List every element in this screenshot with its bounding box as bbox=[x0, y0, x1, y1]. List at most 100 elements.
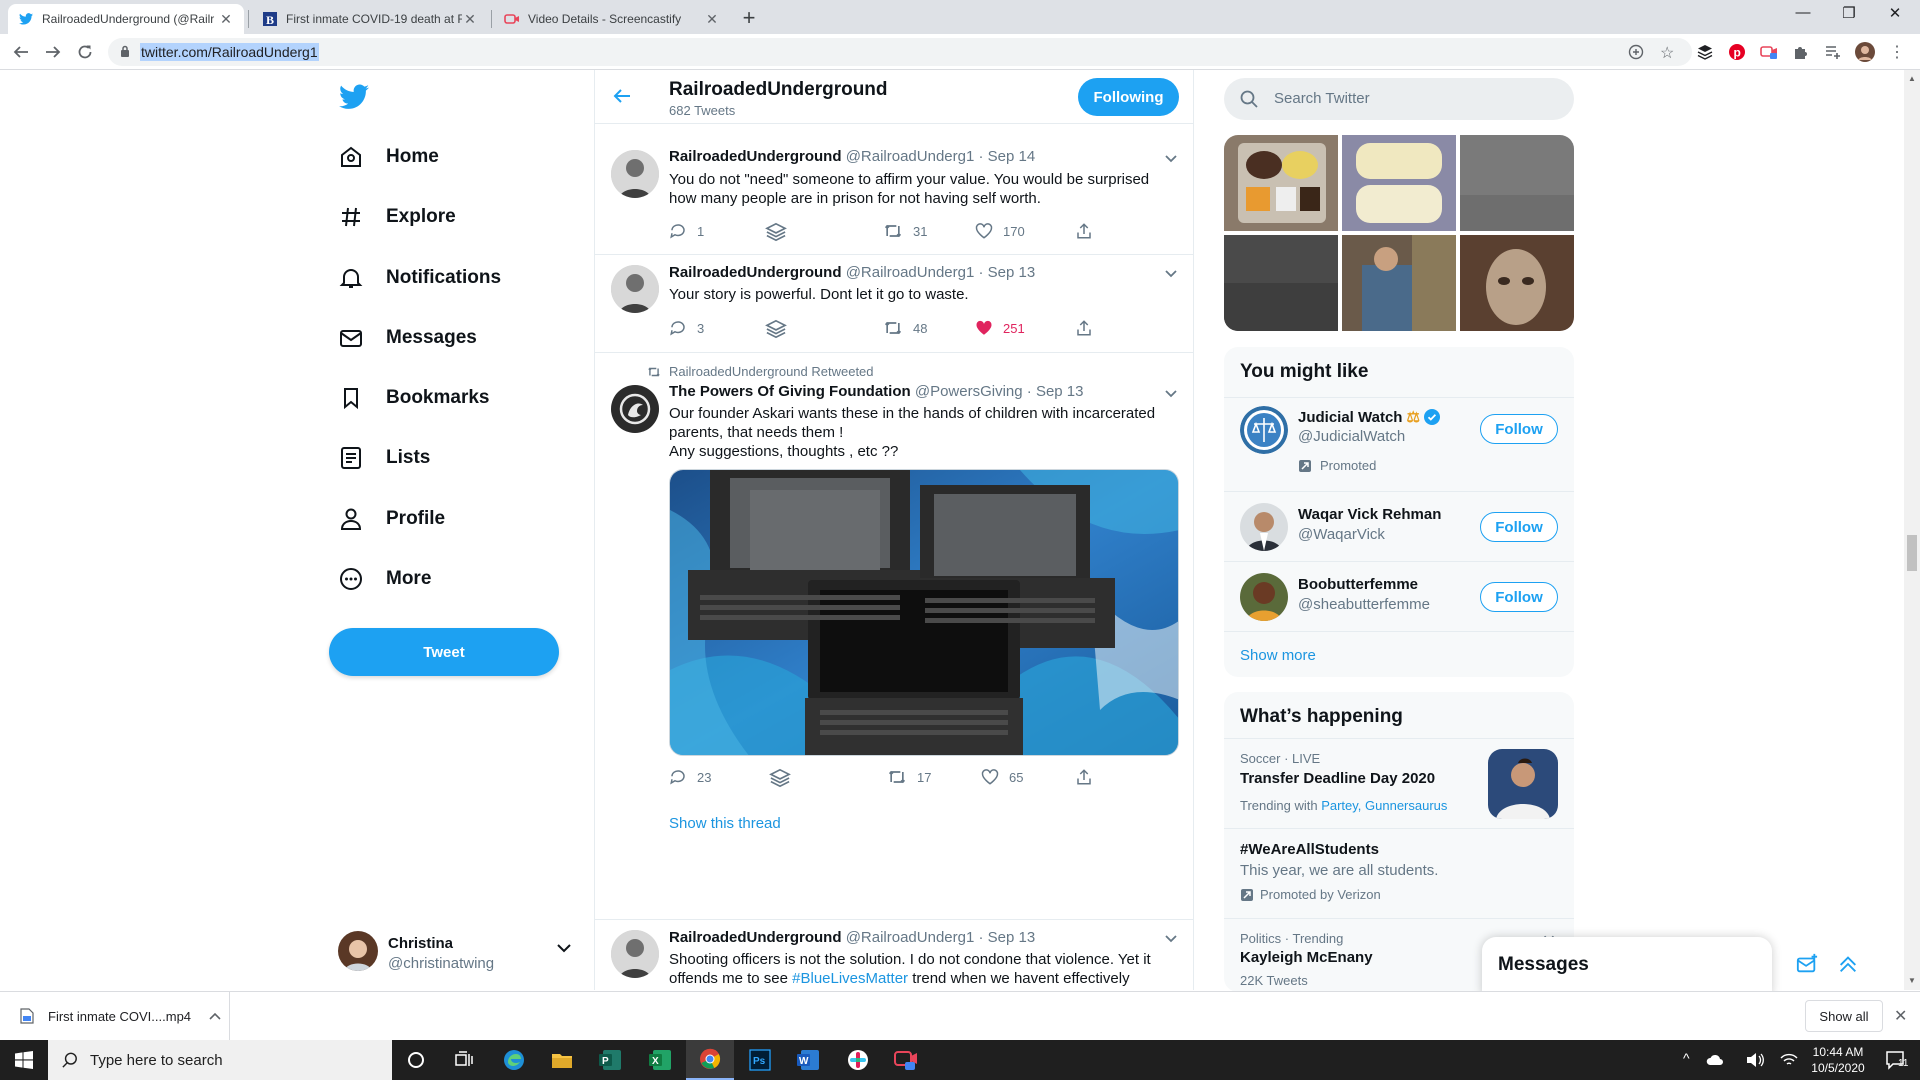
following-button[interactable]: Following bbox=[1078, 78, 1179, 116]
file-explorer-icon[interactable] bbox=[538, 1040, 586, 1080]
address-bar[interactable]: twitter.com/RailroadUnderg1 ☆ bbox=[108, 38, 1692, 66]
tweet-author[interactable]: RailroadedUnderground bbox=[669, 929, 842, 946]
scroll-down-arrow-icon[interactable]: ▼ bbox=[1908, 976, 1916, 985]
chrome-icon[interactable] bbox=[686, 1040, 734, 1080]
lock-icon[interactable] bbox=[120, 45, 130, 58]
close-tab-icon[interactable]: ✕ bbox=[218, 11, 234, 28]
tweet-date[interactable]: · Sep 13 bbox=[979, 264, 1036, 281]
tweet-handle[interactable]: @RailroadUnderg1 bbox=[846, 264, 975, 281]
retweeted-by[interactable]: RailroadedUnderground Retweeted bbox=[669, 364, 874, 379]
show-thread-link[interactable]: Show this thread bbox=[669, 815, 781, 832]
tweet-handle[interactable]: @RailroadUnderg1 bbox=[846, 148, 975, 165]
forward-button[interactable] bbox=[42, 41, 64, 63]
scrollbar-thumb[interactable] bbox=[1907, 535, 1917, 571]
close-window-button[interactable]: ✕ bbox=[1872, 4, 1918, 22]
user-avatar[interactable] bbox=[1240, 573, 1288, 621]
wifi-icon[interactable] bbox=[1774, 1040, 1804, 1080]
scroll-up-arrow-icon[interactable]: ▲ bbox=[1908, 74, 1916, 83]
show-more-link[interactable]: Show more bbox=[1240, 647, 1316, 664]
user-handle[interactable]: @sheabutterfemme bbox=[1298, 596, 1430, 613]
layers-button[interactable] bbox=[765, 222, 797, 242]
cortana-icon[interactable] bbox=[392, 1040, 440, 1080]
tweet-avatar[interactable] bbox=[611, 385, 659, 433]
onedrive-cloud-icon[interactable] bbox=[1700, 1040, 1730, 1080]
account-switcher[interactable]: Christina @christinatwing bbox=[336, 925, 576, 981]
tab-screencastify[interactable]: Video Details - Screencastify ✕ bbox=[494, 4, 730, 34]
expand-up-icon[interactable] bbox=[1837, 953, 1859, 975]
follow-suggestion[interactable]: Judicial Watch ⚖ @JudicialWatch Promoted… bbox=[1224, 397, 1574, 491]
chevron-down-icon[interactable] bbox=[1163, 150, 1179, 166]
download-item[interactable]: First inmate COVI....mp4 bbox=[0, 992, 230, 1040]
tweet-avatar[interactable] bbox=[611, 265, 659, 313]
buffer-extension-icon[interactable] bbox=[1695, 42, 1715, 62]
tweet-handle[interactable]: @PowersGiving bbox=[915, 383, 1023, 400]
follow-button[interactable]: Follow bbox=[1480, 512, 1558, 542]
tweet[interactable]: RailroadedUnderground Retweeted The Powe… bbox=[595, 353, 1193, 920]
back-button[interactable] bbox=[10, 41, 32, 63]
nav-explore[interactable]: Explore bbox=[336, 193, 456, 241]
media-thumbnail[interactable] bbox=[1460, 235, 1574, 331]
share-button[interactable] bbox=[1075, 222, 1103, 240]
trend-item[interactable]: #WeAreAllStudents This year, we are all … bbox=[1224, 828, 1574, 918]
tweet-avatar[interactable] bbox=[611, 150, 659, 198]
follow-suggestion[interactable]: Boobutterfemme @sheabutterfemme Follow bbox=[1224, 561, 1574, 631]
share-button[interactable] bbox=[1075, 768, 1103, 786]
tweet-author[interactable]: The Powers Of Giving Foundation bbox=[669, 383, 911, 400]
trend-item[interactable]: Soccer · LIVE Transfer Deadline Day 2020… bbox=[1224, 738, 1574, 828]
extensions-puzzle-icon[interactable] bbox=[1791, 42, 1811, 62]
action-center-icon[interactable]: 11 bbox=[1872, 1040, 1920, 1080]
media-thumbnail[interactable] bbox=[1342, 235, 1456, 331]
user-name[interactable]: Waqar Vick Rehman bbox=[1298, 506, 1441, 523]
user-avatar[interactable] bbox=[1240, 503, 1288, 551]
close-downloads-icon[interactable]: ✕ bbox=[1894, 1006, 1907, 1026]
tweet-handle[interactable]: @RailroadUnderg1 bbox=[846, 929, 975, 946]
tab-first-inmate-covid[interactable]: B First inmate COVID-19 death at F ✕ bbox=[252, 4, 488, 34]
tweet-date[interactable]: · Sep 14 bbox=[979, 148, 1036, 165]
publisher-icon[interactable]: P bbox=[586, 1040, 634, 1080]
tweet[interactable]: RailroadedUnderground @RailroadUnderg1 ·… bbox=[595, 255, 1193, 353]
retweet-button[interactable]: 31 bbox=[883, 222, 927, 240]
retweet-button[interactable]: 17 bbox=[887, 768, 931, 786]
tab-railroadedunderground[interactable]: RailroadedUnderground (@Railr ✕ bbox=[8, 4, 244, 34]
retweet-button[interactable]: 48 bbox=[883, 319, 927, 337]
pinterest-extension-icon[interactable]: p bbox=[1727, 42, 1747, 62]
taskbar-search-box[interactable]: Type here to search bbox=[48, 1040, 392, 1080]
chrome-menu-icon[interactable]: ⋮ bbox=[1887, 42, 1907, 62]
screencastify-taskbar-icon[interactable] bbox=[882, 1040, 930, 1080]
show-all-downloads-button[interactable]: Show all bbox=[1805, 1000, 1883, 1032]
user-handle[interactable]: @JudicialWatch bbox=[1298, 428, 1405, 445]
tweet-author[interactable]: RailroadedUnderground bbox=[669, 148, 842, 165]
reply-button[interactable]: 23 bbox=[669, 768, 711, 786]
slack-icon[interactable] bbox=[834, 1040, 882, 1080]
user-avatar[interactable] bbox=[1240, 406, 1288, 454]
windows-start-icon[interactable] bbox=[0, 1040, 48, 1080]
reading-list-icon[interactable] bbox=[1823, 42, 1843, 62]
tweet-date[interactable]: · Sep 13 bbox=[979, 929, 1036, 946]
search-box[interactable]: Search Twitter bbox=[1224, 78, 1574, 120]
photoshop-icon[interactable]: Ps bbox=[736, 1040, 784, 1080]
follow-button[interactable]: Follow bbox=[1480, 582, 1558, 612]
nav-messages[interactable]: Messages bbox=[336, 314, 477, 362]
trending-with-links[interactable]: Partey, Gunnersaurus bbox=[1321, 798, 1447, 813]
user-name[interactable]: Judicial Watch bbox=[1298, 409, 1402, 426]
share-button[interactable] bbox=[1075, 319, 1103, 337]
like-button[interactable]: 251 bbox=[975, 319, 1025, 337]
follow-button[interactable]: Follow bbox=[1480, 414, 1558, 444]
chevron-down-icon[interactable] bbox=[1163, 385, 1179, 401]
url-text[interactable]: twitter.com/RailroadUnderg1 bbox=[140, 43, 319, 61]
word-icon[interactable]: W bbox=[784, 1040, 832, 1080]
messages-drawer[interactable]: Messages bbox=[1482, 937, 1818, 995]
nav-bookmarks[interactable]: Bookmarks bbox=[336, 374, 490, 422]
edge-icon[interactable] bbox=[490, 1040, 538, 1080]
tweet-media-image[interactable] bbox=[669, 469, 1179, 756]
media-thumbnail[interactable] bbox=[1460, 135, 1574, 231]
tweet-author[interactable]: RailroadedUnderground bbox=[669, 264, 842, 281]
page-scrollbar[interactable]: ▲ ▼ bbox=[1904, 70, 1920, 990]
tweet-button[interactable]: Tweet bbox=[329, 628, 559, 676]
nav-more[interactable]: More bbox=[336, 555, 431, 603]
media-thumbnail[interactable] bbox=[1224, 235, 1338, 331]
media-thumbnail[interactable] bbox=[1224, 135, 1338, 231]
user-handle[interactable]: @WaqarVick bbox=[1298, 526, 1385, 543]
volume-icon[interactable] bbox=[1740, 1040, 1770, 1080]
nav-profile[interactable]: Profile bbox=[336, 495, 445, 543]
